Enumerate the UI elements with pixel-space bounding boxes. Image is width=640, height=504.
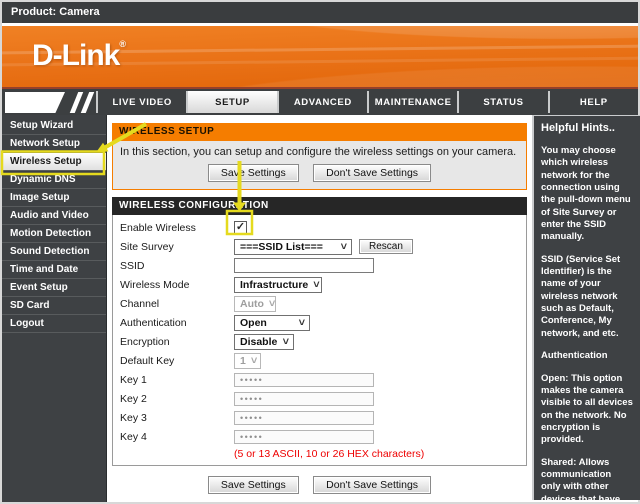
wireless-setup-header: WIRELESS SETUP: [112, 123, 527, 141]
sidebar-item-audio-and-video[interactable]: Audio and Video: [2, 207, 106, 225]
hint-section-header: Authentication: [541, 350, 633, 362]
chevron-down-icon: ˅: [313, 279, 319, 291]
sidebar-item-sd-card[interactable]: SD Card: [2, 297, 106, 315]
key-format-note: (5 or 13 ASCII, 10 or 26 HEX characters): [234, 448, 526, 460]
key4-input: •••••: [234, 430, 374, 444]
chevron-down-icon: ˅: [341, 241, 347, 253]
hint-paragraph: SSID (Service Set Identifier) is the nam…: [541, 254, 633, 340]
sidebar-item-dynamic-dns[interactable]: Dynamic DNS: [2, 171, 106, 189]
dont-save-settings-button-bottom[interactable]: Don't Save Settings: [313, 476, 431, 494]
site-survey-select[interactable]: ===SSID List=== ˅: [234, 239, 352, 255]
nav-tabs: LIVE VIDEO SETUP ADVANCED MAINTENANCE ST…: [96, 91, 638, 113]
wireless-configuration-form: Enable Wireless ✓ Site Survey ===SSID Li…: [112, 215, 527, 466]
chevron-down-icon: ˅: [251, 355, 257, 367]
wireless-mode-label: Wireless Mode: [120, 279, 234, 291]
save-settings-button-bottom[interactable]: Save Settings: [208, 476, 299, 494]
sidebar-item-time-and-date[interactable]: Time and Date: [2, 261, 106, 279]
sidebar-item-wireless-setup[interactable]: Wireless Setup: [2, 153, 106, 171]
registered-mark: ®: [119, 39, 126, 49]
key3-label: Key 3: [120, 412, 234, 424]
ssid-label: SSID: [120, 260, 234, 272]
key4-label: Key 4: [120, 431, 234, 443]
channel-label: Channel: [120, 298, 234, 310]
tab-help[interactable]: HELP: [548, 91, 638, 113]
site-survey-label: Site Survey: [120, 241, 234, 253]
save-settings-button-top[interactable]: Save Settings: [208, 164, 299, 182]
sidebar-item-sound-detection[interactable]: Sound Detection: [2, 243, 106, 261]
default-key-label: Default Key: [120, 355, 234, 367]
helpful-hints-title: Helpful Hints..: [541, 122, 633, 134]
enable-wireless-label: Enable Wireless: [120, 222, 234, 234]
enable-wireless-checkbox[interactable]: ✓: [234, 221, 247, 234]
authentication-label: Authentication: [120, 317, 234, 329]
rescan-button[interactable]: Rescan: [359, 239, 413, 254]
sidebar-item-setup-wizard[interactable]: Setup Wizard: [2, 117, 106, 135]
sidebar-menu: Setup Wizard Network Setup Wireless Setu…: [2, 115, 107, 502]
product-title-bar: Product: Camera: [2, 2, 638, 23]
chevron-down-icon: ˅: [283, 336, 289, 348]
sidebar-item-motion-detection[interactable]: Motion Detection: [2, 225, 106, 243]
main-navbar: LIVE VIDEO SETUP ADVANCED MAINTENANCE ST…: [2, 87, 638, 115]
default-key-select: 1 ˅: [234, 353, 261, 369]
chevron-down-icon: ˅: [269, 298, 275, 310]
key1-label: Key 1: [120, 374, 234, 386]
wireless-mode-select[interactable]: Infrastructure ˅: [234, 277, 322, 293]
tab-maintenance[interactable]: MAINTENANCE: [367, 91, 457, 113]
wireless-setup-description: In this section, you can setup and confi…: [120, 146, 519, 158]
hint-paragraph: You may choose which wireless network fo…: [541, 145, 633, 244]
main-content: WIRELESS SETUP In this section, you can …: [110, 115, 529, 502]
sidebar-item-logout[interactable]: Logout: [2, 315, 106, 333]
authentication-select[interactable]: Open ˅: [234, 315, 310, 331]
key2-label: Key 2: [120, 393, 234, 405]
dont-save-settings-button-top[interactable]: Don't Save Settings: [313, 164, 431, 182]
product-label: Product: Camera: [11, 6, 100, 18]
wireless-configuration-header: WIRELESS CONFIGURATION: [112, 197, 527, 215]
chevron-down-icon: ˅: [299, 317, 305, 329]
hint-paragraph: Shared: Allows communication only with o…: [541, 457, 633, 500]
sidebar-item-event-setup[interactable]: Event Setup: [2, 279, 106, 297]
encryption-label: Encryption: [120, 336, 234, 348]
key1-input: •••••: [234, 373, 374, 387]
tab-advanced[interactable]: ADVANCED: [277, 91, 367, 113]
tab-setup[interactable]: SETUP: [186, 91, 276, 113]
encryption-select[interactable]: Disable ˅: [234, 334, 294, 350]
wireless-setup-description-box: In this section, you can setup and confi…: [112, 141, 527, 190]
sidebar-item-network-setup[interactable]: Network Setup: [2, 135, 106, 153]
browser-page: Product: Camera D-Link® LIVE VIDEO SETUP…: [0, 0, 640, 504]
dlink-logo: D-Link®: [32, 39, 126, 73]
channel-select: Auto ˅: [234, 296, 276, 312]
helpful-hints-panel: Helpful Hints.. You may choose which wir…: [532, 115, 640, 500]
key3-input: •••••: [234, 411, 374, 425]
ssid-input[interactable]: [234, 258, 374, 273]
tab-live-video[interactable]: LIVE VIDEO: [96, 91, 186, 113]
tab-status[interactable]: STATUS: [457, 91, 547, 113]
sidebar-item-image-setup[interactable]: Image Setup: [2, 189, 106, 207]
brand-banner: D-Link®: [2, 26, 638, 88]
hint-paragraph: Open: This option makes the camera visib…: [541, 373, 633, 447]
nav-logo-plate: [5, 92, 65, 113]
nav-slash-icon: [81, 92, 94, 113]
key2-input: •••••: [234, 392, 374, 406]
